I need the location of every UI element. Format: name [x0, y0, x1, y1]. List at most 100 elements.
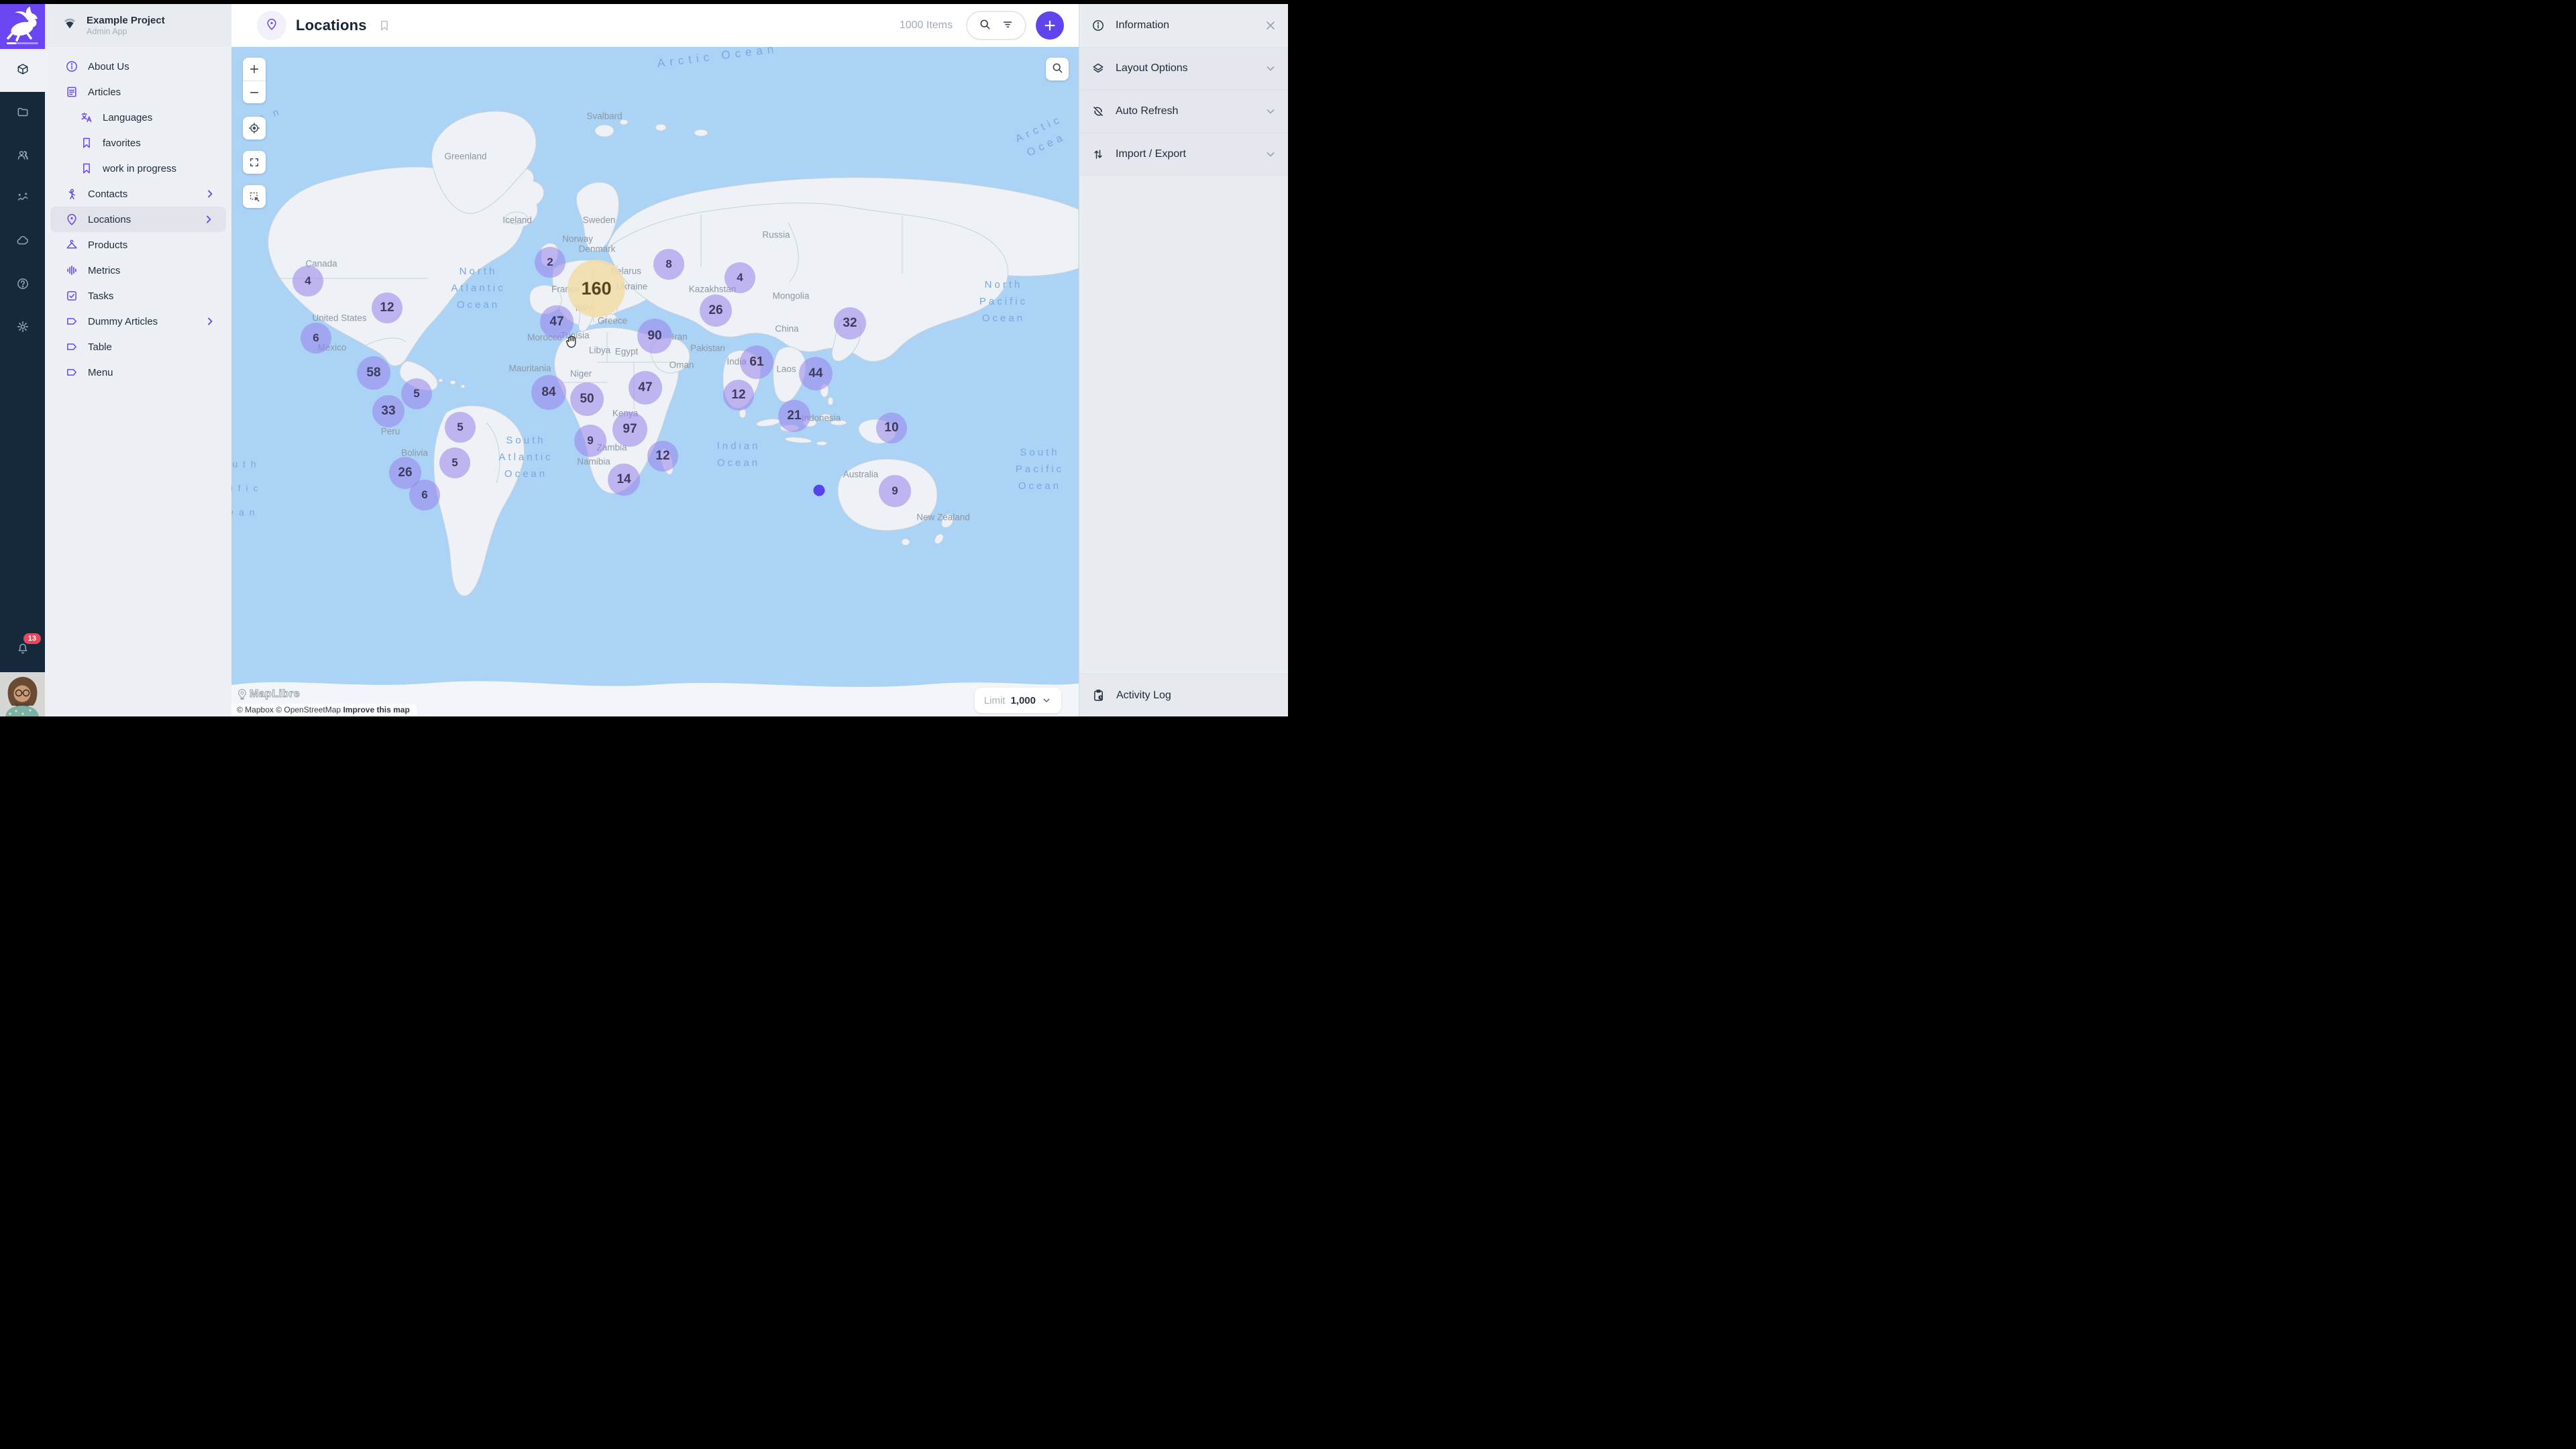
limit-dropdown[interactable]: Limit 1,000 — [975, 688, 1061, 713]
sidebar-item-table[interactable]: Table — [45, 334, 231, 360]
map-cluster[interactable]: 9 — [879, 475, 911, 507]
panel-section-label: Import / Export — [1116, 148, 1253, 160]
map-cluster[interactable]: 2 — [535, 247, 566, 278]
improve-map-link[interactable]: Improve this map — [343, 705, 409, 714]
module-help[interactable] — [0, 264, 45, 307]
panel-sections: Layout Options Auto Refresh Import / Expor… — [1079, 47, 1288, 176]
sidebar-item-products[interactable]: Products — [45, 232, 231, 258]
panel-section-import-export[interactable]: Import / Export — [1079, 133, 1288, 176]
right-panel: Information Layout Options Auto Refresh Im… — [1079, 4, 1288, 716]
logo-progress-bar — [7, 42, 38, 44]
map-search-button[interactable] — [1046, 58, 1069, 80]
search-icon[interactable] — [978, 17, 991, 34]
map-cluster[interactable]: 47 — [540, 305, 574, 339]
zoom-in-button[interactable] — [243, 58, 266, 80]
app-logo[interactable] — [0, 4, 45, 49]
pin-icon — [65, 213, 78, 226]
map-cluster[interactable]: 97 — [612, 412, 647, 447]
panel-section-layout-options[interactable]: Layout Options — [1079, 47, 1288, 90]
notifications-button[interactable]: 13 — [0, 628, 45, 672]
sidebar-item-menu[interactable]: Menu — [45, 360, 231, 385]
sidebar-item-favorites[interactable]: favorites — [45, 130, 231, 156]
map-cluster[interactable]: 58 — [357, 356, 390, 390]
sidebar-item-label: Articles — [88, 87, 121, 98]
module-users[interactable] — [0, 135, 45, 178]
search-filter-pill[interactable] — [966, 11, 1026, 40]
fullscreen-icon — [243, 151, 266, 174]
sidebar-item-label: Contacts — [88, 189, 127, 200]
map-cluster[interactable]: 12 — [647, 441, 678, 472]
sidebar-item-contacts[interactable]: Contacts — [45, 181, 231, 207]
sidebar-item-languages[interactable]: Languages — [45, 105, 231, 130]
sidebar-item-tasks[interactable]: Tasks — [45, 283, 231, 309]
article-icon — [65, 85, 78, 99]
module-bar: 13 — [0, 4, 45, 716]
map-cluster[interactable]: 90 — [637, 319, 672, 354]
map-cluster[interactable]: 33 — [372, 395, 405, 427]
sidebar-item-locations[interactable]: Locations — [50, 207, 226, 232]
chevron-down-icon — [1264, 105, 1277, 118]
help-icon — [16, 277, 30, 294]
map-cluster[interactable]: 5 — [439, 447, 470, 478]
module-cloud[interactable] — [0, 221, 45, 264]
module-settings[interactable] — [0, 307, 45, 350]
map-cluster[interactable]: 160 — [568, 260, 625, 317]
zoom-out-button[interactable] — [243, 80, 266, 103]
map-cluster[interactable]: 5 — [401, 378, 432, 409]
map-cluster[interactable]: 47 — [629, 371, 662, 405]
sidebar-item-articles[interactable]: Articles — [45, 79, 231, 105]
panel-section-label: Auto Refresh — [1116, 105, 1253, 117]
collection-badge — [257, 11, 286, 40]
module-content[interactable] — [0, 49, 45, 92]
bell-icon — [16, 642, 30, 659]
sidebar-item-label: Locations — [88, 214, 131, 225]
map-cluster[interactable]: 4 — [724, 262, 755, 293]
map-canvas[interactable]: Arctic OceanArctic Oceaa nNorth Atlantic… — [231, 47, 1079, 716]
nav-sidebar: Example Project Admin App About Us Articl… — [45, 4, 231, 716]
close-icon[interactable] — [1264, 19, 1277, 32]
sidebar-item-about-us[interactable]: About Us — [45, 54, 231, 79]
map-cluster[interactable]: 14 — [608, 464, 640, 496]
sidebar-item-metrics[interactable]: Metrics — [45, 258, 231, 283]
bookmark-icon[interactable] — [378, 19, 391, 32]
map-cluster[interactable]: 12 — [372, 292, 402, 323]
map-cluster[interactable]: 26 — [700, 294, 732, 327]
plus-icon — [1042, 18, 1057, 33]
avatar[interactable] — [0, 672, 45, 716]
project-header[interactable]: Example Project Admin App — [45, 4, 231, 47]
sidebar-item-work-in-progress[interactable]: work in progress — [45, 156, 231, 181]
map-point[interactable] — [814, 485, 825, 496]
map-cluster[interactable]: 4 — [292, 266, 323, 297]
geolocate-button[interactable] — [243, 117, 266, 140]
page-title: Locations — [296, 17, 367, 34]
module-insights[interactable] — [0, 178, 45, 221]
chevron-down-icon — [1041, 695, 1052, 706]
metrics-icon — [65, 264, 78, 277]
panel-information-header: Information — [1079, 4, 1288, 47]
cloud-icon — [16, 234, 30, 251]
box-select-button[interactable] — [243, 185, 266, 208]
map-cluster[interactable]: 12 — [723, 380, 754, 411]
map-cluster[interactable]: 32 — [834, 307, 866, 339]
sidebar-item-dummy-articles[interactable]: Dummy Articles — [45, 309, 231, 334]
map-cluster[interactable]: 44 — [799, 357, 833, 390]
sidebar-item-label: Table — [88, 341, 112, 353]
activity-log-button[interactable]: Activity Log — [1079, 674, 1288, 716]
box-select-icon — [243, 185, 266, 208]
panel-section-auto-refresh[interactable]: Auto Refresh — [1079, 90, 1288, 133]
map-cluster[interactable]: 10 — [876, 413, 907, 443]
map-cluster[interactable]: 8 — [653, 249, 684, 280]
map-cluster[interactable]: 9 — [574, 425, 606, 457]
fullscreen-button[interactable] — [243, 151, 266, 174]
map-cluster[interactable]: 6 — [409, 480, 440, 511]
map-cluster[interactable]: 61 — [740, 345, 773, 379]
map-cluster[interactable]: 84 — [531, 375, 566, 410]
map-cluster[interactable]: 5 — [445, 412, 476, 443]
label-icon — [65, 340, 78, 354]
add-item-button[interactable] — [1036, 11, 1064, 40]
map-cluster[interactable]: 50 — [570, 382, 604, 416]
map-cluster[interactable]: 21 — [778, 400, 810, 432]
filter-icon[interactable] — [1001, 17, 1014, 34]
module-files[interactable] — [0, 92, 45, 135]
map-cluster[interactable]: 6 — [301, 323, 331, 354]
